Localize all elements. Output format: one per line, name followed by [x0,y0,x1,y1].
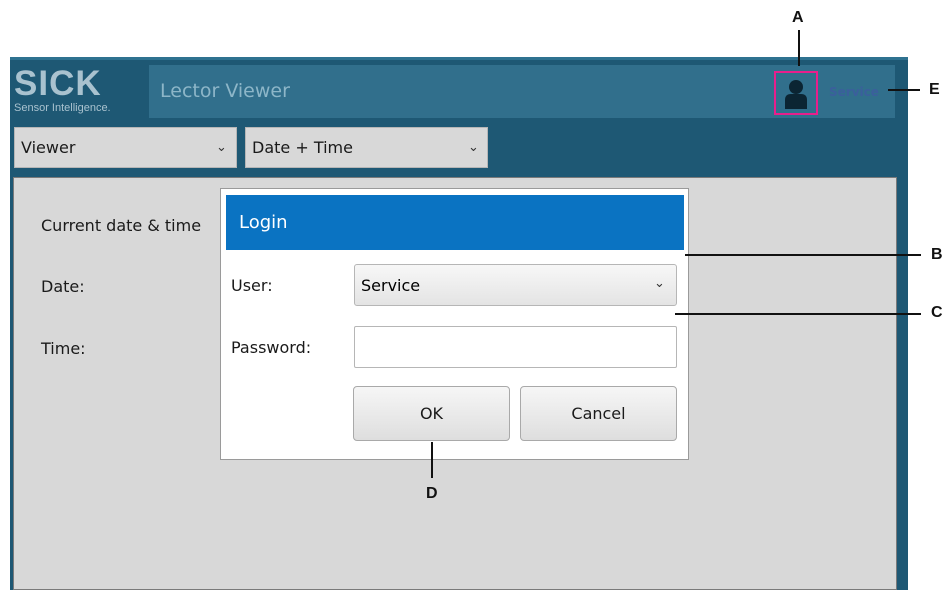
login-dialog: Login User: Service ⌄ Password: OK Cance… [220,188,689,460]
title-bar: Lector Viewer Service [149,65,895,118]
app-title: Lector Viewer [160,80,290,102]
callout-b: B [931,246,943,263]
user-login-button[interactable] [774,71,818,115]
callout-c: C [931,304,943,321]
user-field-label: User: [231,276,273,295]
callout-d-line [431,442,433,478]
password-field[interactable] [354,326,677,368]
cancel-button[interactable]: Cancel [520,386,677,441]
callout-d: D [426,485,438,502]
page-select-value: Date + Time [252,138,353,157]
dialog-header: Login [226,195,684,250]
view-select[interactable]: Viewer ⌄ [14,127,237,168]
callout-c-line [675,313,921,315]
time-label: Time: [41,339,86,358]
user-select[interactable]: Service ⌄ [354,264,677,306]
sick-logo: SICK Sensor Intelligence. [14,64,149,122]
password-field-label: Password: [231,338,312,357]
callout-b-line [685,254,921,256]
logo-wordmark: SICK [14,64,102,103]
callout-a-line [798,30,800,66]
user-select-value: Service [361,276,421,295]
chevron-down-icon: ⌄ [468,140,479,155]
user-level-label: Service [829,85,879,99]
current-date-time-label: Current date & time [41,216,202,235]
page-select[interactable]: Date + Time ⌄ [245,127,488,168]
view-select-value: Viewer [21,138,76,157]
callout-a: A [792,9,804,26]
chevron-down-icon: ⌄ [216,140,227,155]
chevron-down-icon: ⌄ [654,276,665,291]
callout-e: E [929,81,940,98]
ok-button[interactable]: OK [353,386,510,441]
dialog-title: Login [239,212,288,233]
logo-tagline: Sensor Intelligence. [14,102,111,114]
callout-e-line [888,89,920,91]
user-icon [785,80,807,109]
date-label: Date: [41,277,85,296]
